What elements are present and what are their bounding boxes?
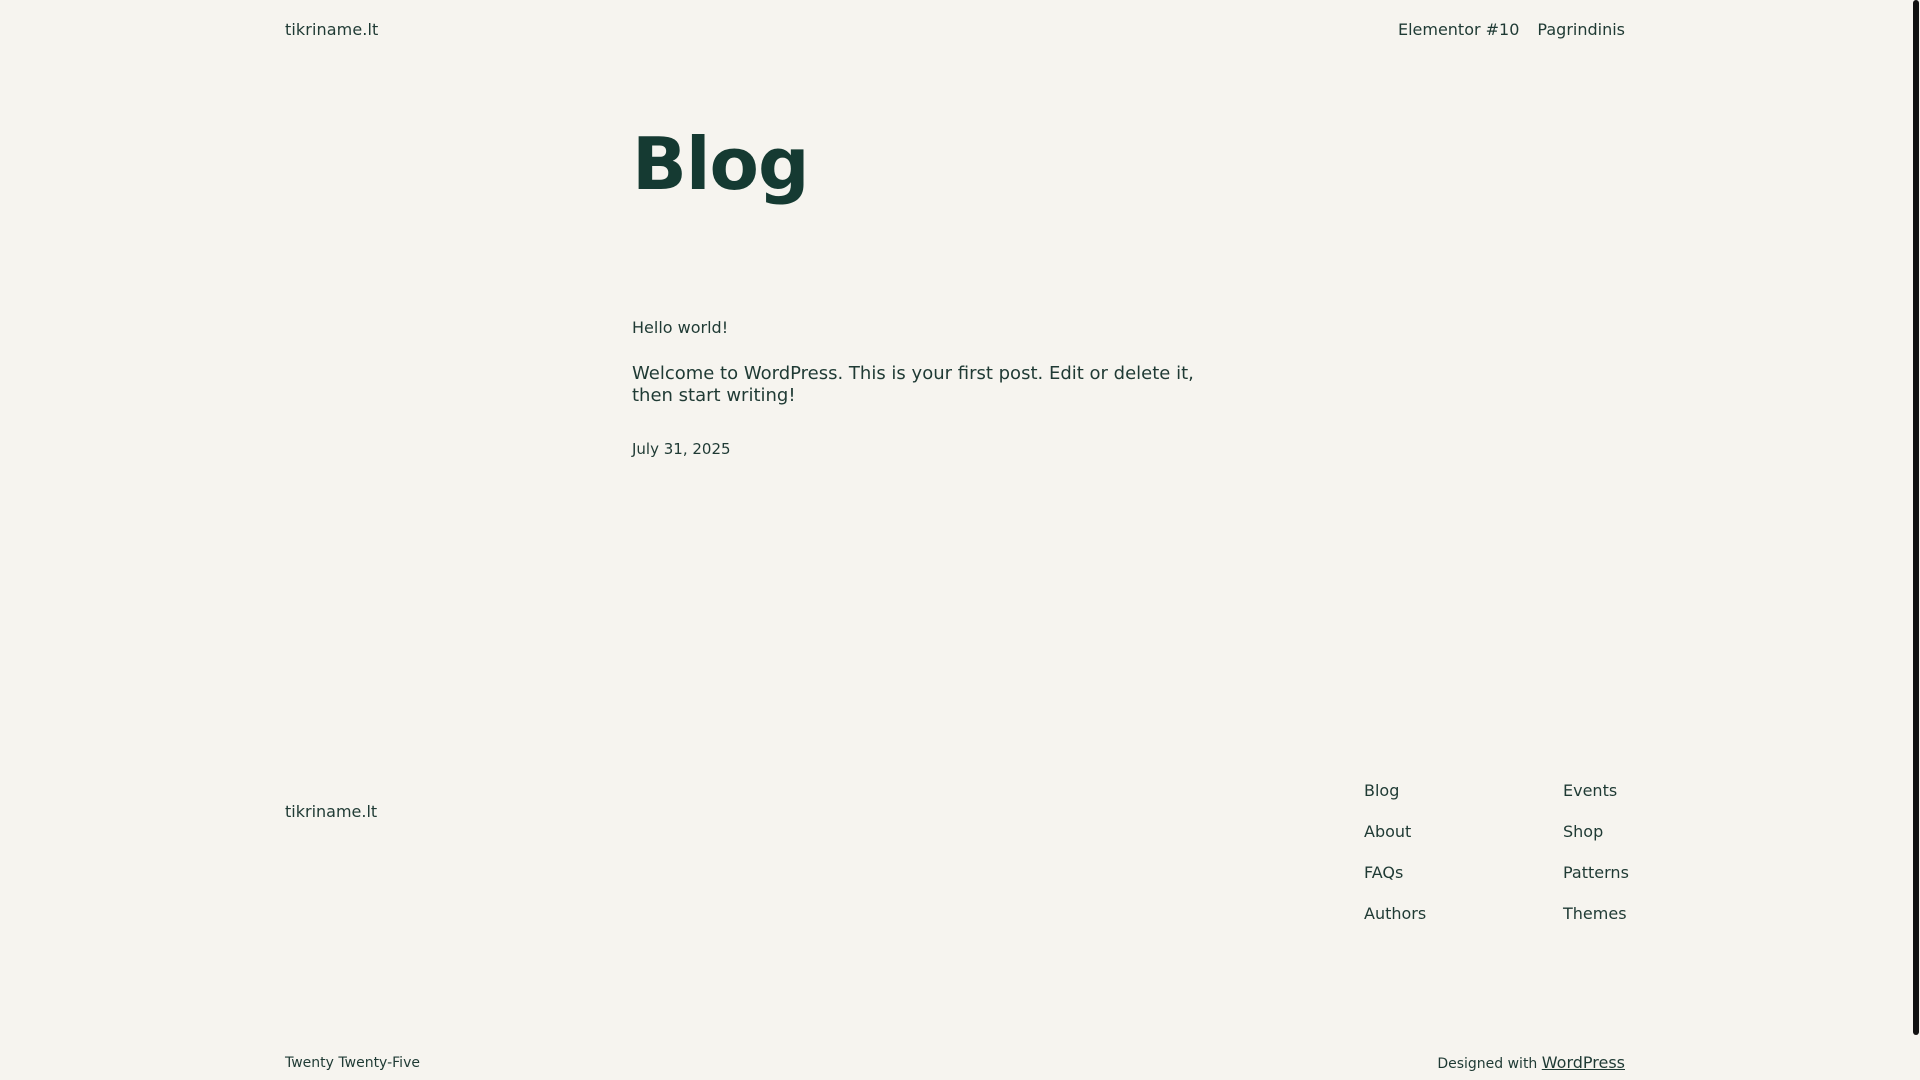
post-excerpt: Welcome to WordPress. This is your first… [632, 363, 1194, 406]
scrollbar-thumb[interactable] [1913, 0, 1919, 1035]
post-title-link[interactable]: Hello world! [632, 318, 728, 337]
footer-link-authors[interactable]: Authors [1364, 903, 1426, 925]
post-date[interactable]: July 31, 2025 [632, 440, 731, 458]
footer-nav-column-2: Events Shop Patterns Themes [1563, 780, 1629, 925]
designed-with-text: Designed with [1437, 1056, 1538, 1072]
theme-name: Twenty Twenty-Five [285, 1055, 420, 1071]
footer-nav-column-1: Blog About FAQs Authors [1364, 780, 1426, 925]
footer-link-themes[interactable]: Themes [1563, 903, 1629, 925]
footer-link-patterns[interactable]: Patterns [1563, 862, 1629, 884]
primary-nav: Elementor #10 Pagrindinis [1398, 20, 1625, 39]
page: tikriname.lt Elementor #10 Pagrindinis B… [0, 0, 1920, 1080]
footer-link-about[interactable]: About [1364, 821, 1426, 843]
footer-link-blog[interactable]: Blog [1364, 780, 1426, 802]
site-title-link[interactable]: tikriname.lt [285, 20, 378, 39]
nav-item-elementor[interactable]: Elementor #10 [1398, 20, 1519, 39]
nav-item-pagrindinis[interactable]: Pagrindinis [1537, 20, 1625, 39]
footer-link-shop[interactable]: Shop [1563, 821, 1629, 843]
credits: Designed with WordPress [1437, 1053, 1625, 1072]
scrollbar[interactable] [1912, 0, 1920, 1080]
footer-link-events[interactable]: Events [1563, 780, 1629, 802]
footer-link-faqs[interactable]: FAQs [1364, 862, 1426, 884]
wordpress-link[interactable]: WordPress [1542, 1053, 1625, 1072]
page-title: Blog [632, 122, 810, 206]
footer-site-title-link[interactable]: tikriname.lt [285, 802, 377, 821]
